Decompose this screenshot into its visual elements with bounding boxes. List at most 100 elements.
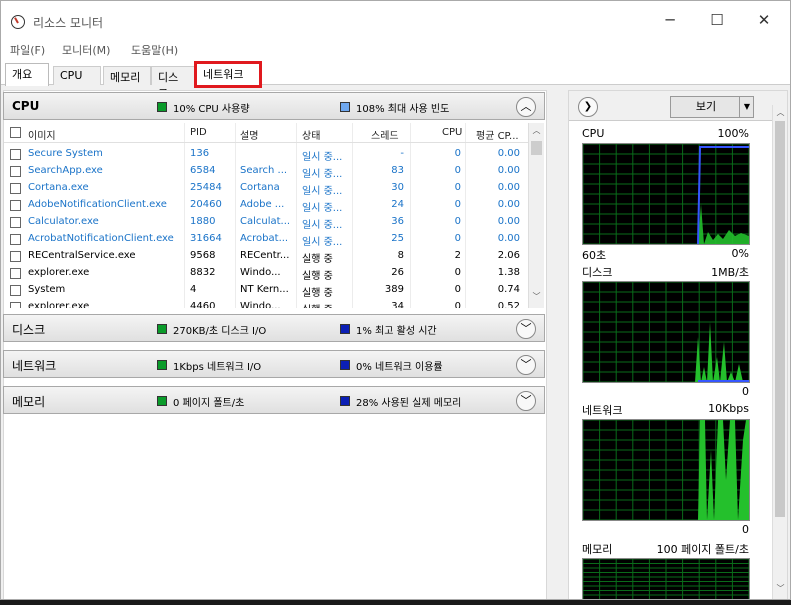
col-pid[interactable]: PID — [190, 127, 207, 138]
collapse-panel-icon[interactable]: ❯ — [578, 97, 598, 117]
scroll-down-icon[interactable]: ﹀ — [773, 583, 788, 597]
cell-pid: 6584 — [190, 165, 216, 176]
col-image[interactable]: 이미지 — [28, 127, 56, 142]
cpu-usage-legend: 10% CPU 사용량 — [173, 104, 250, 115]
cell-avg: 0.52 — [497, 301, 520, 308]
cell-desc: Search ... — [240, 165, 288, 176]
table-row[interactable]: explorer.exe 4460 Windo... 실행 중 34 0 0.52 — [4, 299, 528, 308]
tab-cpu[interactable]: CPU — [53, 66, 101, 85]
disk-section-title: 디스크 — [12, 323, 46, 337]
cell-pid: 8832 — [190, 267, 216, 278]
disk-graph-title: 디스크 — [582, 266, 613, 279]
row-checkbox[interactable] — [10, 234, 21, 245]
disk-section-header[interactable]: 디스크 270KB/초 디스크 I/O 1% 최고 활성 시간 ﹀ — [3, 314, 545, 342]
cell-desc: Acrobat... — [240, 233, 289, 244]
cell-desc: Cortana — [240, 182, 280, 193]
scroll-thumb[interactable] — [531, 141, 542, 155]
table-row[interactable]: Cortana.exe 25484 Cortana 일시 중... 30 0 0.00 — [4, 180, 528, 197]
memory-faults-legend-swatch — [157, 396, 167, 406]
table-row[interactable]: explorer.exe 8832 Windo... 실행 중 26 0 1.38 — [4, 265, 528, 282]
cell-status: 일시 중... — [302, 186, 343, 197]
cell-threads: 83 — [391, 165, 404, 176]
cpu-max-freq-legend-swatch — [340, 102, 350, 112]
tab-overview[interactable]: 개요 — [5, 63, 49, 86]
scroll-down-icon[interactable]: ﹀ — [529, 291, 544, 305]
row-checkbox[interactable] — [10, 166, 21, 177]
col-status[interactable]: 상태 — [302, 127, 320, 142]
cell-cpu: 0 — [454, 199, 461, 210]
menu-help[interactable]: 도움말(H) — [131, 42, 178, 58]
cell-status: 실행 중 — [302, 254, 333, 265]
col-threads[interactable]: 스레드 — [371, 127, 399, 142]
row-checkbox[interactable] — [10, 200, 21, 211]
col-cpu[interactable]: CPU — [442, 127, 462, 138]
network-section-header[interactable]: 네트워크 1Kbps 네트워크 I/O 0% 네트워크 이용률 ﹀ — [3, 350, 545, 378]
table-row[interactable]: AcrobatNotificationClient.exe 31664 Acroba… — [4, 231, 528, 248]
collapse-chevron-up-icon[interactable]: ︿ — [516, 97, 536, 117]
memory-graph-title: 메모리 — [582, 543, 613, 556]
cell-desc: NT Kern... — [240, 284, 289, 295]
cell-image: AcrobatNotificationClient.exe — [28, 233, 174, 244]
cell-pid: 4460 — [190, 301, 216, 308]
network-graph-max: 10Kbps — [708, 402, 749, 415]
view-dropdown-icon[interactable]: ▼ — [739, 96, 754, 118]
cell-cpu: 0 — [454, 182, 461, 193]
tab-disk[interactable]: 디스크 — [151, 66, 195, 100]
scroll-up-icon[interactable]: ︿ — [529, 125, 544, 139]
cell-pid: 25484 — [190, 182, 222, 193]
cell-threads: 24 — [391, 199, 404, 210]
row-checkbox[interactable] — [10, 183, 21, 194]
table-vertical-scrollbar[interactable]: ︿ ﹀ — [528, 123, 544, 308]
title-bar: 리소스 모니터 ─ ☐ ✕ — [1, 1, 790, 39]
col-avg-cpu[interactable]: 평균 CP... — [476, 127, 519, 142]
row-checkbox[interactable] — [10, 302, 21, 308]
minimize-button[interactable]: ─ — [647, 9, 693, 31]
expand-chevron-down-icon[interactable]: ﹀ — [516, 391, 536, 411]
cell-desc: Calculat... — [240, 216, 291, 227]
disk-io-legend-swatch — [157, 324, 167, 334]
menu-file[interactable]: 파일(F) — [10, 42, 45, 58]
close-button[interactable]: ✕ — [741, 9, 787, 31]
memory-section-header[interactable]: 메모리 0 페이지 폴트/초 28% 사용된 실제 메모리 ﹀ — [3, 386, 545, 414]
cell-avg: 2.06 — [497, 250, 520, 261]
expand-chevron-down-icon[interactable]: ﹀ — [516, 355, 536, 375]
row-checkbox[interactable] — [10, 285, 21, 296]
table-row[interactable]: RECentralService.exe 9568 RECentr... 실행 중 8 2… — [4, 248, 528, 265]
tab-network[interactable]: 네트워크 — [194, 61, 262, 88]
cell-threads: 34 — [391, 301, 404, 308]
cpu-section-header[interactable]: CPU 10% CPU 사용량 108% 최대 사용 빈도 ︿ — [3, 92, 545, 120]
cell-image: AdobeNotificationClient.exe — [28, 199, 167, 210]
row-checkbox[interactable] — [10, 268, 21, 279]
tab-strip: 개요 CPU 메모리 디스크 네트워크 — [1, 59, 790, 100]
row-checkbox[interactable] — [10, 251, 21, 262]
expand-chevron-down-icon[interactable]: ﹀ — [516, 319, 536, 339]
table-row[interactable]: System 4 NT Kern... 실행 중 389 0 0.74 — [4, 282, 528, 299]
cell-image: explorer.exe — [28, 301, 90, 308]
table-row[interactable]: Secure System 136 일시 중... - 0 0.00 — [4, 146, 528, 163]
row-checkbox[interactable] — [10, 149, 21, 160]
cell-threads: 26 — [391, 267, 404, 278]
cell-avg: 0.00 — [497, 148, 520, 159]
cell-image: Calculator.exe — [28, 216, 99, 227]
cell-desc: Windo... — [240, 267, 281, 278]
col-description[interactable]: 설명 — [240, 127, 258, 142]
cell-threads: 36 — [391, 216, 404, 227]
cell-pid: 31664 — [190, 233, 222, 244]
cpu-graph-title: CPU — [582, 127, 605, 140]
table-row[interactable]: AdobeNotificationClient.exe 20460 Adobe ..… — [4, 197, 528, 214]
scroll-thumb[interactable] — [775, 121, 785, 517]
maximize-button[interactable]: ☐ — [694, 9, 740, 31]
table-row[interactable]: Calculator.exe 1880 Calculat... 일시 중... 36 0 0… — [4, 214, 528, 231]
row-checkbox[interactable] — [10, 217, 21, 228]
network-graph-title: 네트워크 — [582, 404, 623, 417]
menu-monitor[interactable]: 모니터(M) — [62, 42, 110, 58]
select-all-checkbox[interactable] — [10, 127, 21, 138]
scroll-up-icon[interactable]: ︿ — [773, 107, 788, 121]
network-graph-min: 0 — [742, 523, 749, 536]
graphs-vertical-scrollbar[interactable]: ︿ ﹀ — [772, 105, 788, 599]
cell-avg: 0.74 — [497, 284, 520, 295]
network-util-legend-swatch — [340, 360, 350, 370]
tab-memory[interactable]: 메모리 — [103, 66, 151, 85]
cell-avg: 0.00 — [497, 233, 520, 244]
table-row[interactable]: SearchApp.exe 6584 Search ... 일시 중... 83 0 0.0… — [4, 163, 528, 180]
